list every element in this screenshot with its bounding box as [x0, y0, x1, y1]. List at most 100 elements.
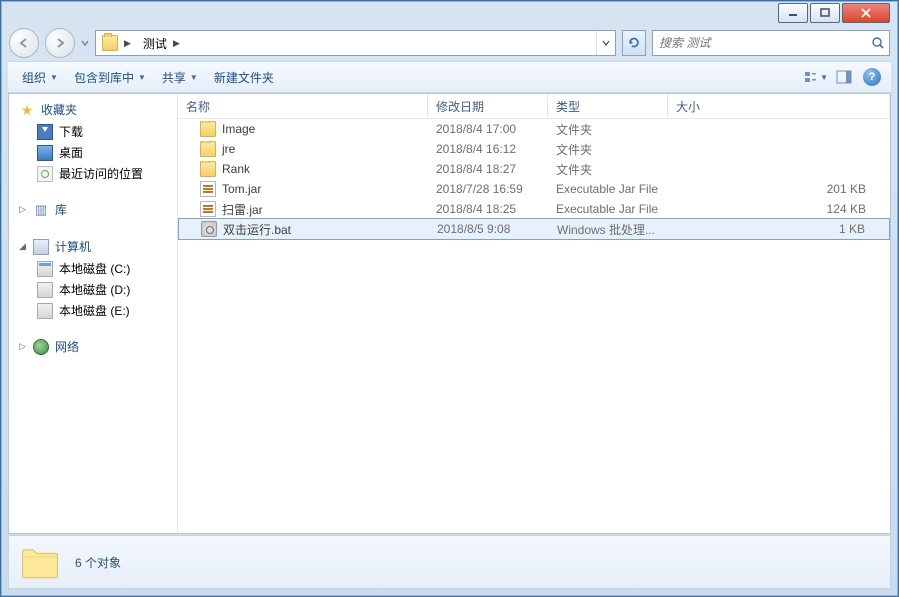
details-bar: 6 个对象 [8, 535, 891, 589]
chevron-right-icon: ▶ [173, 38, 180, 49]
nav-forward-button[interactable] [45, 28, 75, 58]
library-icon: ▥ [33, 202, 49, 218]
file-row[interactable]: Tom.jar2018/7/28 16:59Executable Jar Fil… [178, 179, 890, 199]
maximize-button[interactable] [810, 3, 840, 23]
download-icon [37, 124, 53, 140]
view-icon [804, 70, 816, 84]
chevron-down-icon: ▼ [820, 73, 828, 82]
star-icon: ★ [19, 102, 35, 118]
sidebar-item-label: 本地磁盘 (D:) [59, 281, 130, 298]
file-list[interactable]: Image 2018/8/4 17:00文件夹jre2018/8/4 16:12文… [178, 119, 890, 533]
sidebar-item-label: 最近访问的位置 [59, 165, 143, 182]
file-row[interactable]: 扫雷.jar2018/8/4 18:25Executable Jar File1… [178, 199, 890, 219]
sidebar-favorites-header[interactable]: ★ 收藏夹 [9, 98, 177, 121]
help-icon: ? [863, 68, 881, 86]
toolbar-new-folder-label: 新建文件夹 [214, 69, 274, 86]
search-input[interactable] [657, 35, 871, 51]
sidebar-item-desktop[interactable]: 桌面 [9, 142, 177, 163]
sidebar-network-header[interactable]: ▷ 网络 [9, 335, 177, 358]
network-icon [33, 339, 49, 355]
sidebar[interactable]: ★ 收藏夹 下载 桌面 最近访问的位置 ▷ ▥ 库 [9, 94, 178, 533]
file-row[interactable]: Rank2018/8/4 18:27文件夹 [178, 159, 890, 179]
address-root-segment[interactable]: ▶ [96, 31, 137, 55]
details-summary: 6 个对象 [75, 554, 121, 571]
column-header-type[interactable]: 类型 [548, 94, 668, 118]
drive-icon [37, 282, 53, 298]
file-size: 201 KB [668, 182, 890, 196]
file-size: 1 KB [669, 222, 889, 236]
search-box[interactable] [652, 30, 890, 56]
maximize-icon [820, 8, 830, 18]
column-header-name-label: 名称 [186, 98, 210, 115]
column-header-size[interactable]: 大小 [668, 94, 890, 118]
toolbar-new-folder[interactable]: 新建文件夹 [206, 65, 282, 90]
toolbar-organize[interactable]: 组织 ▼ [14, 65, 66, 90]
chevron-down-icon: ▼ [138, 73, 146, 82]
file-type: 文件夹 [548, 121, 668, 138]
file-date: 2018/8/5 9:08 [429, 222, 549, 236]
arrow-right-icon [54, 37, 66, 49]
toolbar-include-in-library[interactable]: 包含到库中 ▼ [66, 65, 154, 90]
sidebar-libraries-header[interactable]: ▷ ▥ 库 [9, 198, 177, 221]
collapse-icon: ◢ [19, 241, 27, 252]
file-date: 2018/7/28 16:59 [428, 182, 548, 196]
file-type: 文件夹 [548, 141, 668, 158]
column-header-date[interactable]: 修改日期 [428, 94, 548, 118]
address-dropdown-button[interactable] [596, 31, 615, 55]
help-button[interactable]: ? [859, 65, 885, 89]
column-header-row: 名称 修改日期 类型 大小 [178, 94, 890, 119]
sidebar-computer-header[interactable]: ◢ 计算机 [9, 235, 177, 258]
nav-back-button[interactable] [9, 28, 39, 58]
refresh-icon [627, 36, 641, 50]
sidebar-item-label: 本地磁盘 (E:) [59, 302, 130, 319]
explorer-window: ▶ 测试 ▶ 组织 ▼ 包含到库中 [0, 0, 899, 597]
toolbar-organize-label: 组织 [22, 69, 46, 86]
expand-icon: ▷ [19, 204, 27, 215]
toolbar: 组织 ▼ 包含到库中 ▼ 共享 ▼ 新建文件夹 ▼ [8, 61, 891, 93]
address-bar[interactable]: ▶ 测试 ▶ [95, 30, 616, 56]
sidebar-favorites-label: 收藏夹 [41, 101, 77, 118]
folder-icon [200, 121, 216, 137]
search-icon [871, 36, 885, 50]
nav-history-dropdown[interactable] [81, 38, 89, 48]
file-row[interactable]: jre2018/8/4 16:12文件夹 [178, 139, 890, 159]
titlebar [1, 1, 898, 25]
file-row[interactable]: Image 2018/8/4 17:00文件夹 [178, 119, 890, 139]
sidebar-item-drive-e[interactable]: 本地磁盘 (E:) [9, 300, 177, 321]
sidebar-item-recent[interactable]: 最近访问的位置 [9, 163, 177, 184]
sidebar-item-downloads[interactable]: 下载 [9, 121, 177, 142]
expand-icon: ▷ [19, 341, 27, 352]
chevron-down-icon [602, 40, 610, 46]
bat-icon [201, 221, 217, 237]
address-segment-current[interactable]: 测试 ▶ [137, 31, 186, 55]
view-options-button[interactable]: ▼ [803, 65, 829, 89]
address-segment-label: 测试 [143, 35, 167, 52]
preview-pane-button[interactable] [831, 65, 857, 89]
file-row[interactable]: 双击运行.bat2018/8/5 9:08Windows 批处理...1 KB [178, 218, 890, 240]
sidebar-item-label: 本地磁盘 (C:) [59, 260, 130, 277]
sidebar-item-label: 下载 [59, 123, 83, 140]
file-pane: 名称 修改日期 类型 大小 Image 2018/8/4 17:00文件夹jre2… [178, 94, 890, 533]
toolbar-share[interactable]: 共享 ▼ [154, 65, 206, 90]
file-name: 双击运行.bat [223, 221, 291, 238]
close-button[interactable] [842, 3, 890, 23]
chevron-down-icon: ▼ [190, 73, 198, 82]
arrow-left-icon [18, 37, 30, 49]
column-header-name[interactable]: 名称 [178, 94, 428, 118]
folder-icon [102, 35, 118, 51]
file-size: 124 KB [668, 202, 890, 216]
minimize-button[interactable] [778, 3, 808, 23]
sidebar-item-drive-d[interactable]: 本地磁盘 (D:) [9, 279, 177, 300]
file-name: Image [222, 122, 255, 136]
file-type: Executable Jar File [548, 202, 668, 216]
folder-large-icon [19, 541, 61, 583]
nav-row: ▶ 测试 ▶ [1, 25, 898, 61]
column-header-type-label: 类型 [556, 98, 580, 115]
folder-icon [200, 161, 216, 177]
refresh-button[interactable] [622, 30, 646, 56]
file-date: 2018/8/4 17:00 [428, 122, 548, 136]
sidebar-item-drive-c[interactable]: 本地磁盘 (C:) [9, 258, 177, 279]
preview-pane-icon [836, 70, 852, 84]
toolbar-share-label: 共享 [162, 69, 186, 86]
file-name: Tom.jar [222, 182, 261, 196]
